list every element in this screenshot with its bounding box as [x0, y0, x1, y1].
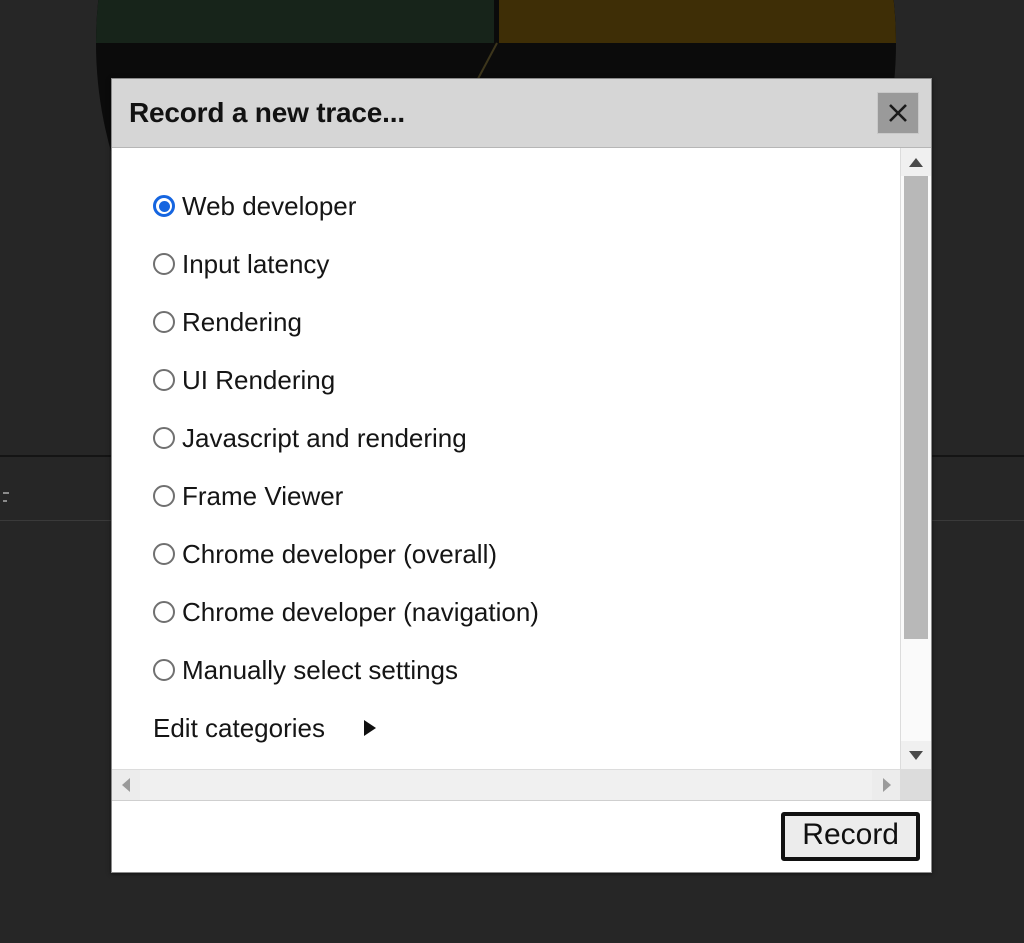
triangle-left-icon[interactable]: [112, 770, 140, 800]
triangle-down-icon[interactable]: [901, 741, 931, 769]
radio-button[interactable]: [153, 601, 175, 623]
radio-button[interactable]: [153, 195, 175, 217]
trace-preset-option[interactable]: Frame Viewer: [112, 467, 900, 525]
dialog-footer: Record: [112, 800, 931, 872]
dialog-scroll-region: Web developer Input latency Rendering UI Re…: [112, 148, 931, 769]
chart-quadrant-right: [496, 0, 896, 43]
scrollbar-corner: [900, 770, 931, 800]
trace-preset-label: Javascript and rendering: [182, 423, 467, 453]
record-trace-dialog: Record a new trace... Web developer Input…: [111, 78, 932, 873]
radio-button[interactable]: [153, 369, 175, 391]
radio-button[interactable]: [153, 253, 175, 275]
edit-categories-row[interactable]: Edit categories: [112, 699, 900, 757]
trace-preset-option[interactable]: Input latency: [112, 235, 900, 293]
vertical-scrollbar[interactable]: [900, 148, 931, 769]
trace-preset-label: Web developer: [182, 191, 357, 221]
radio-button[interactable]: [153, 543, 175, 565]
horizontal-scrollbar-track[interactable]: [140, 770, 872, 800]
trace-preset-label: Chrome developer (navigation): [182, 597, 539, 627]
vertical-scrollbar-track[interactable]: [901, 176, 931, 741]
record-button[interactable]: Record: [781, 812, 920, 861]
trace-preset-option[interactable]: Javascript and rendering: [112, 409, 900, 467]
dialog-body: Web developer Input latency Rendering UI Re…: [112, 148, 931, 800]
close-icon[interactable]: [877, 92, 919, 134]
triangle-right-icon[interactable]: [362, 719, 378, 737]
triangle-right-icon[interactable]: [872, 770, 900, 800]
trace-preset-list: Web developer Input latency Rendering UI Re…: [112, 148, 900, 769]
radio-button[interactable]: [153, 311, 175, 333]
trace-preset-option[interactable]: UI Rendering: [112, 351, 900, 409]
trace-preset-option[interactable]: Rendering: [112, 293, 900, 351]
vertical-scrollbar-thumb[interactable]: [904, 176, 928, 640]
background-tick-mark: [3, 492, 9, 494]
trace-preset-option[interactable]: Chrome developer (overall): [112, 525, 900, 583]
trace-preset-label: Frame Viewer: [182, 481, 344, 511]
triangle-up-icon[interactable]: [901, 148, 931, 176]
trace-preset-option[interactable]: Manually select settings: [112, 641, 900, 699]
trace-preset-label: Chrome developer (overall): [182, 539, 498, 569]
trace-preset-option[interactable]: Chrome developer (navigation): [112, 583, 900, 641]
trace-preset-label: Input latency: [182, 249, 330, 279]
horizontal-scrollbar[interactable]: [112, 769, 931, 800]
trace-preset-label: UI Rendering: [182, 365, 336, 395]
chart-quadrant-left: [96, 0, 496, 43]
dialog-title: Record a new trace...: [129, 97, 405, 128]
radio-button[interactable]: [153, 659, 175, 681]
background-tick-mark: [3, 500, 7, 502]
trace-preset-label: Rendering: [182, 307, 302, 337]
trace-preset-option[interactable]: Web developer: [112, 177, 900, 235]
edit-categories-label: Edit categories: [153, 712, 325, 743]
radio-button[interactable]: [153, 427, 175, 449]
chart-center-divider: [494, 0, 499, 43]
radio-button[interactable]: [153, 485, 175, 507]
dialog-titlebar: Record a new trace...: [112, 79, 931, 148]
trace-preset-label: Manually select settings: [182, 655, 459, 685]
